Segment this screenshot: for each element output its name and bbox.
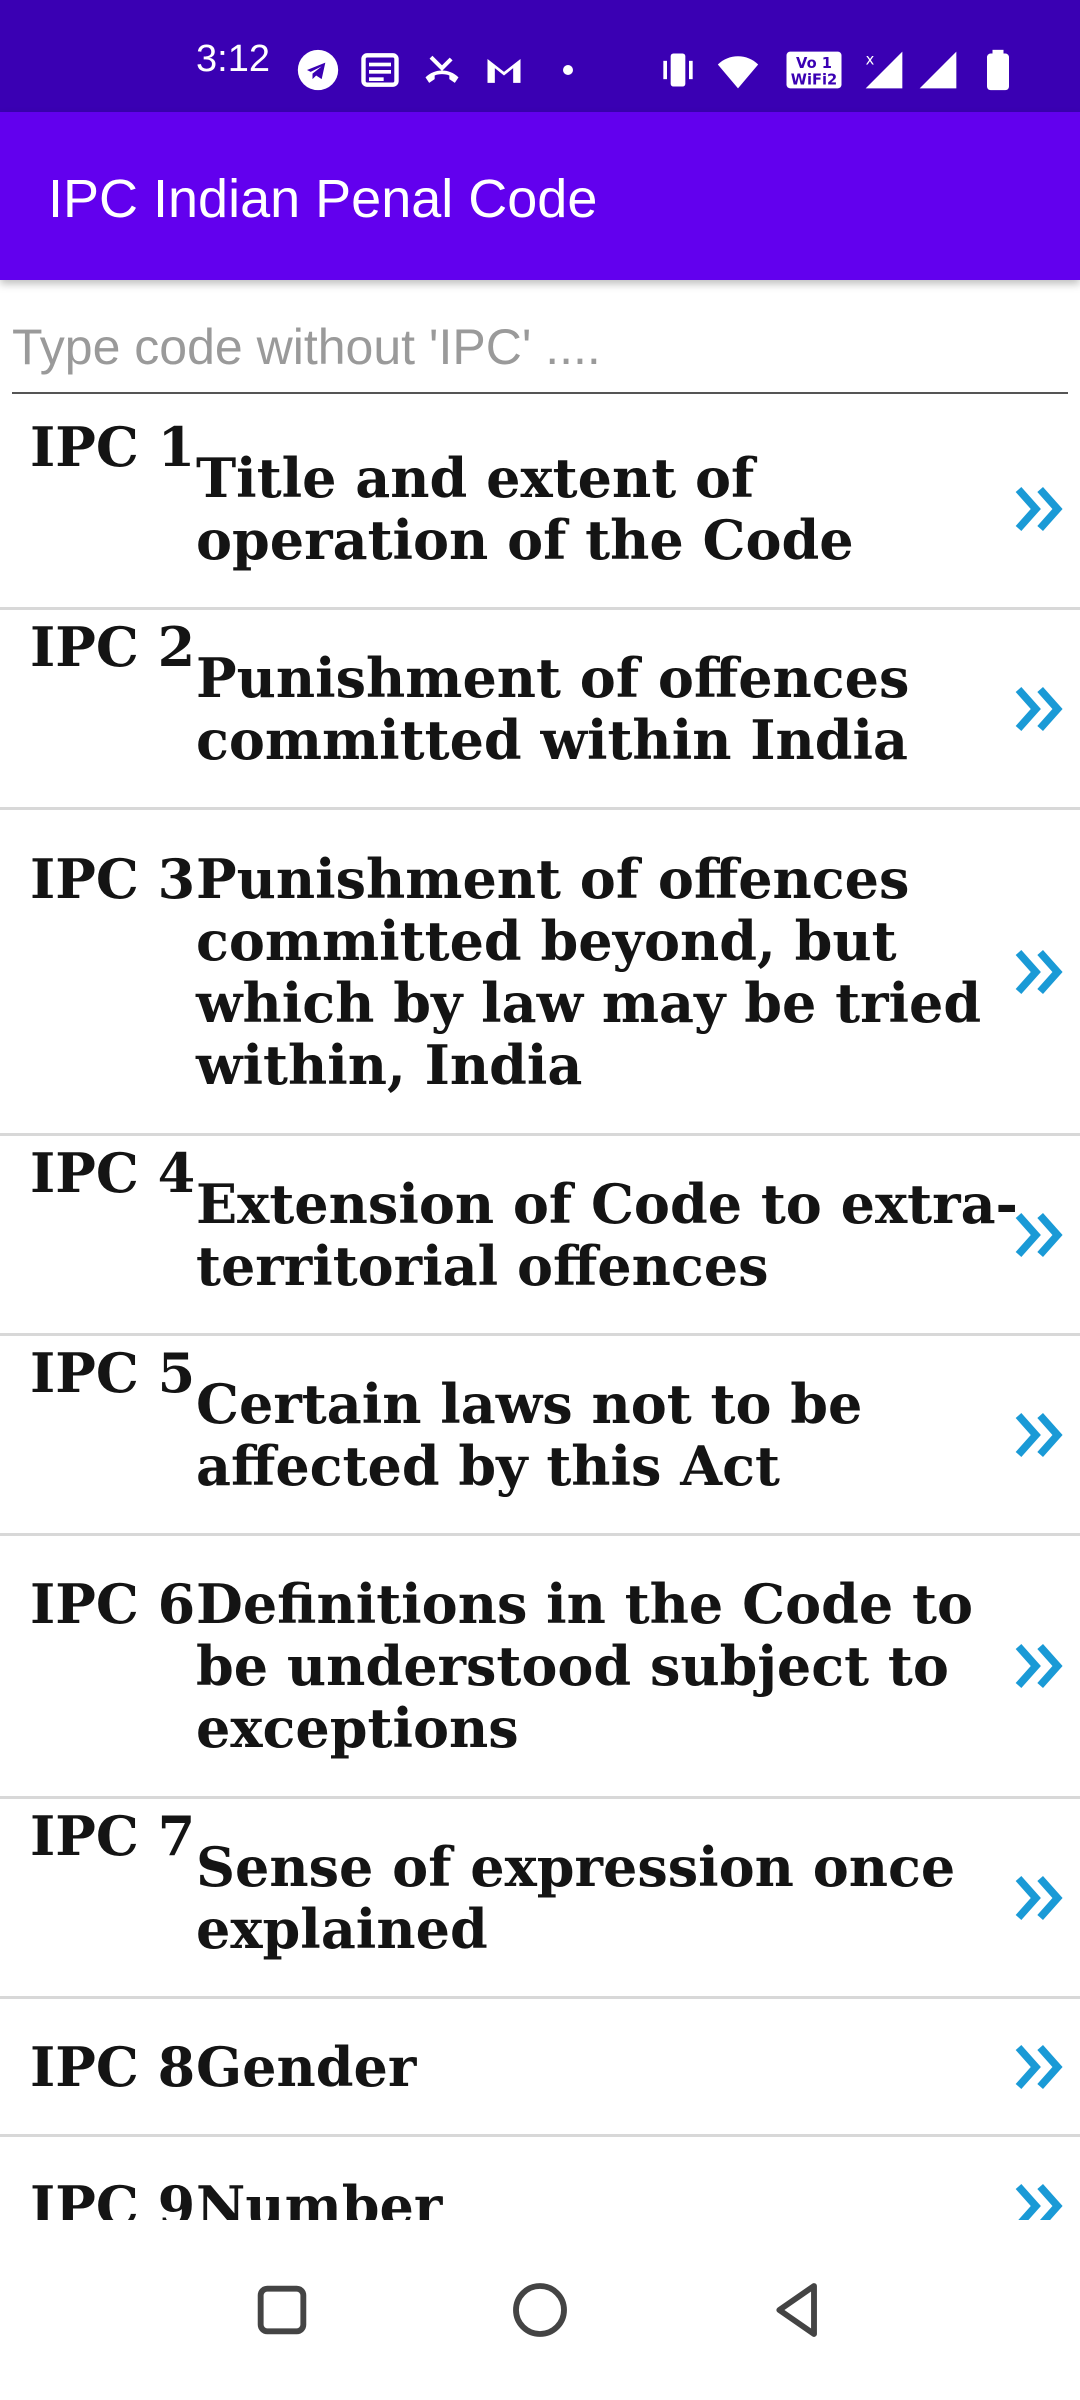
ipc-code: IPC 2 (30, 614, 196, 679)
list-item[interactable]: IPC 8 Gender (0, 1999, 1080, 2137)
ipc-title: Number (196, 2174, 443, 2220)
dot-icon (556, 48, 580, 92)
chevron-right-icon (1012, 1640, 1064, 1692)
news-icon (358, 48, 402, 92)
list-item[interactable]: IPC 2 Punishment of offences committed w… (0, 610, 1080, 810)
ipc-title: Definitions in the Code to be understood… (196, 1572, 973, 1760)
home-icon[interactable] (508, 2278, 572, 2342)
chevron-right-icon (1012, 946, 1064, 998)
list-item[interactable]: IPC 6 Definitions in the Code to be unde… (0, 1536, 1080, 1799)
ipc-code: IPC 3 (30, 846, 196, 911)
missed-call-icon (420, 48, 464, 92)
chevron-right-icon (1012, 1209, 1064, 1261)
ipc-code: IPC 1 (30, 414, 196, 479)
recents-icon[interactable] (250, 2278, 314, 2342)
ipc-code: IPC 8 (30, 2034, 196, 2099)
ipc-title: Title and extent of operation of the Cod… (196, 445, 854, 572)
list-item[interactable]: IPC 4 Extension of Code to extra-territo… (0, 1136, 1080, 1336)
vibrate-icon (656, 48, 700, 92)
app-bar: IPC Indian Penal Code (0, 112, 1080, 280)
ipc-title: Sense of expression once explained (196, 1834, 956, 1961)
list-item[interactable]: IPC 5 Certain laws not to be affected by… (0, 1336, 1080, 1536)
navigation-bar (0, 2220, 1080, 2400)
list-item[interactable]: IPC 7 Sense of expression once explained (0, 1799, 1080, 1999)
signal-icon: x (862, 48, 906, 92)
ipc-title: Punishment of offences committed beyond,… (196, 846, 982, 1097)
ipc-list: IPC 1 Title and extent of operation of t… (0, 410, 1080, 2220)
chevron-right-icon (1012, 1409, 1064, 1461)
svg-text:Vo 1: Vo 1 (796, 55, 832, 72)
search-field (12, 306, 1068, 394)
chevron-right-icon (1012, 683, 1064, 735)
app-title: IPC Indian Penal Code (48, 169, 598, 229)
back-icon[interactable] (766, 2278, 830, 2342)
ipc-title: Punishment of offences committed within … (196, 645, 910, 772)
battery-icon (980, 48, 1016, 92)
gmail-icon (482, 48, 526, 92)
ipc-code: IPC 5 (30, 1340, 196, 1405)
svg-text:x: x (866, 52, 875, 69)
ipc-title: Gender (196, 2034, 417, 2099)
ipc-code: IPC 4 (30, 1140, 196, 1205)
list-item[interactable]: IPC 9 Number (0, 2137, 1080, 2220)
wifi-icon (716, 48, 760, 92)
list-item[interactable]: IPC 3 Punishment of offences committed b… (0, 810, 1080, 1136)
chevron-right-icon (1012, 483, 1064, 535)
status-bar: 3:12 Vo 1 WiFi2 x (0, 0, 1080, 112)
ipc-title: Certain laws not to be affected by this … (196, 1371, 863, 1498)
ipc-code: IPC 6 (30, 1572, 196, 1636)
chevron-right-icon (1012, 1872, 1064, 1924)
ipc-code: IPC 9 (30, 2174, 196, 2220)
list-item[interactable]: IPC 1 Title and extent of operation of t… (0, 410, 1080, 610)
status-time: 3:12 (196, 38, 270, 80)
ipc-title: Extension of Code to extra-territorial o… (196, 1171, 1018, 1298)
svg-text:WiFi2: WiFi2 (791, 72, 837, 89)
ipc-code: IPC 7 (30, 1803, 196, 1868)
signal-icon (916, 48, 960, 92)
search-input[interactable] (12, 306, 1068, 388)
chevron-right-icon (1012, 2180, 1064, 2220)
telegram-icon (296, 48, 340, 92)
chevron-right-icon (1012, 2041, 1064, 2093)
vowifi-icon: Vo 1 WiFi2 (782, 48, 846, 92)
